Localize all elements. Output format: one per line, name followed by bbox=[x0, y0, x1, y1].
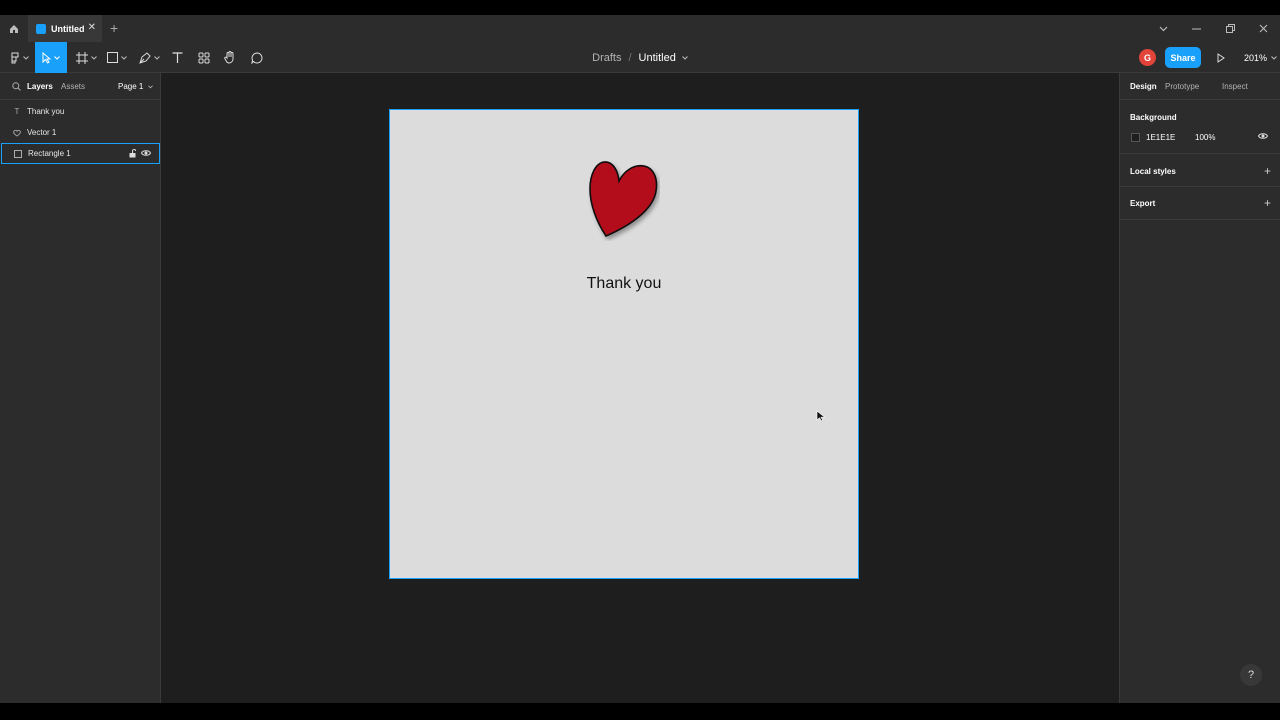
eye-icon[interactable] bbox=[141, 149, 151, 157]
zoom-control[interactable]: 201% bbox=[1244, 42, 1277, 73]
zoom-level: 201% bbox=[1244, 52, 1268, 63]
right-panel-tabs: Design Prototype Inspect bbox=[1120, 73, 1280, 100]
eye-icon[interactable] bbox=[1258, 132, 1268, 140]
tab-design[interactable]: Design bbox=[1130, 82, 1157, 91]
background-section: Background bbox=[1120, 100, 1280, 154]
add-local-style-icon[interactable]: + bbox=[1264, 165, 1271, 177]
text-icon: T bbox=[14, 107, 20, 116]
tab-assets[interactable]: Assets bbox=[61, 82, 85, 91]
toolbar: Drafts / Untitled G Share 201% bbox=[0, 42, 1280, 73]
breadcrumb-drafts[interactable]: Drafts bbox=[592, 52, 621, 64]
avatar[interactable]: G bbox=[1139, 49, 1156, 66]
present-button[interactable] bbox=[1213, 50, 1229, 66]
layer-name: Vector 1 bbox=[27, 128, 57, 137]
background-opacity-input[interactable]: 100% bbox=[1195, 133, 1215, 142]
layer-name: Thank you bbox=[27, 107, 65, 116]
page-name: Page 1 bbox=[118, 82, 144, 91]
chevron-down-icon bbox=[1271, 55, 1277, 60]
layer-item[interactable]: Vector 1 bbox=[1, 122, 160, 143]
tab-title: Untitled bbox=[51, 23, 85, 34]
left-panel-tabs: Layers Assets Page 1 bbox=[0, 73, 160, 100]
tab-inspect[interactable]: Inspect bbox=[1222, 82, 1248, 91]
thank-you-text[interactable]: Thank you bbox=[390, 275, 858, 293]
tab-prototype[interactable]: Prototype bbox=[1165, 82, 1199, 91]
help-button[interactable]: ? bbox=[1240, 664, 1262, 686]
rectangle-icon bbox=[13, 149, 23, 158]
new-tab-button[interactable]: + bbox=[110, 21, 118, 35]
breadcrumb: Drafts / Untitled bbox=[0, 42, 1280, 73]
vector-icon bbox=[12, 129, 22, 137]
file-tab[interactable]: Untitled ✕ bbox=[28, 15, 102, 42]
breadcrumb-separator: / bbox=[628, 51, 632, 64]
chevron-down-icon[interactable] bbox=[681, 55, 688, 60]
layer-item[interactable]: Rectangle 1 bbox=[1, 143, 160, 164]
local-styles-heading: Local styles bbox=[1130, 167, 1176, 176]
local-styles-section: Local styles + bbox=[1120, 154, 1280, 187]
home-icon bbox=[9, 24, 18, 33]
share-button[interactable]: Share bbox=[1165, 47, 1201, 68]
canvas[interactable]: Thank you bbox=[161, 73, 1119, 703]
background-color-swatch[interactable] bbox=[1131, 133, 1140, 142]
rectangle-frame[interactable]: Thank you bbox=[389, 109, 859, 579]
export-section: Export + bbox=[1120, 187, 1280, 220]
figma-file-icon bbox=[36, 23, 46, 34]
properties-panel: Design Prototype Inspect Background 1E1E… bbox=[1119, 73, 1280, 703]
page-selector[interactable]: Page 1 bbox=[118, 82, 153, 91]
search-icon[interactable] bbox=[12, 82, 21, 91]
chevron-down-icon bbox=[147, 85, 153, 89]
tab-layers[interactable]: Layers bbox=[27, 82, 53, 91]
background-hex-input[interactable]: 1E1E1E bbox=[1146, 133, 1175, 142]
layer-item[interactable]: T Thank you bbox=[1, 101, 160, 122]
title-bar: Untitled ✕ + bbox=[0, 15, 1280, 42]
home-button[interactable] bbox=[0, 15, 27, 42]
restore-icon[interactable] bbox=[1215, 15, 1245, 42]
background-heading: Background bbox=[1130, 113, 1177, 122]
add-export-icon[interactable]: + bbox=[1264, 197, 1271, 209]
close-tab-icon[interactable]: ✕ bbox=[88, 23, 96, 33]
minimize-icon[interactable] bbox=[1181, 15, 1211, 42]
close-window-icon[interactable] bbox=[1248, 15, 1278, 42]
file-name[interactable]: Untitled bbox=[639, 52, 676, 64]
export-heading: Export bbox=[1130, 199, 1156, 208]
lock-icon[interactable] bbox=[129, 149, 136, 158]
layers-panel: Layers Assets Page 1 T Thank you Vector … bbox=[0, 73, 161, 703]
play-icon bbox=[1217, 53, 1225, 63]
mouse-pointer-icon bbox=[816, 410, 826, 422]
heart-vector[interactable] bbox=[588, 159, 660, 241]
chevron-down-icon[interactable] bbox=[1148, 15, 1178, 42]
layer-name: Rectangle 1 bbox=[28, 149, 71, 158]
